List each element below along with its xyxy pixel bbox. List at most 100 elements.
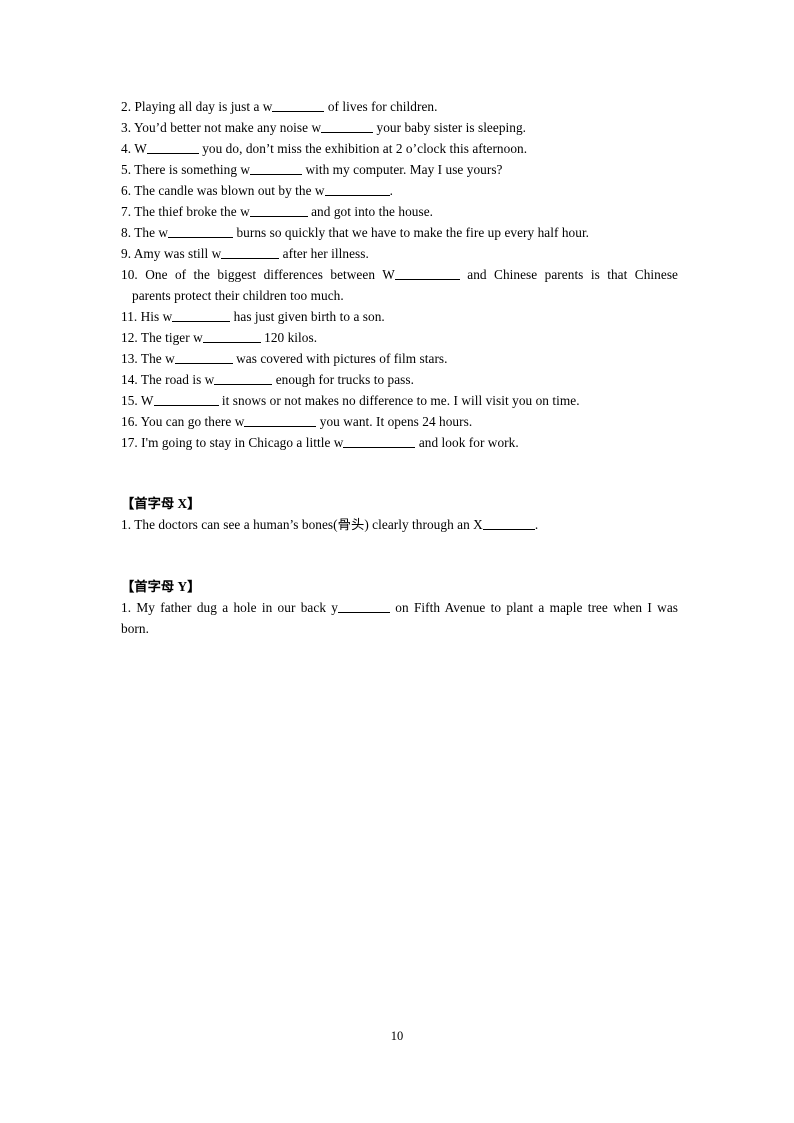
exercise-item-14: 14. The road is w enough for trucks to p… bbox=[121, 369, 678, 390]
item-text-before-blank: One of the biggest differences between W bbox=[145, 267, 395, 282]
item-number: 6. bbox=[121, 183, 132, 198]
fill-in-blank[interactable] bbox=[168, 226, 234, 238]
item-text-before-blank: You can go there w bbox=[140, 414, 245, 429]
document-body: 2. Playing all day is just a w of lives … bbox=[121, 96, 678, 639]
fill-in-blank[interactable] bbox=[249, 205, 308, 217]
item-text-before-blank: The w bbox=[134, 225, 169, 240]
item-text-before-blank: The road is w bbox=[140, 372, 215, 387]
item-number: 10. bbox=[121, 267, 138, 282]
exercise-section-w: 2. Playing all day is just a w of lives … bbox=[121, 96, 678, 453]
fill-in-blank[interactable] bbox=[202, 331, 261, 343]
fill-in-blank[interactable] bbox=[482, 518, 535, 530]
item-text-after-blank: it snows or not makes no difference to m… bbox=[218, 393, 580, 408]
item-text-after-blank: with my computer. May I use yours? bbox=[302, 162, 503, 177]
item-number: 3. bbox=[121, 120, 132, 135]
item-text-before-blank: There is something w bbox=[134, 162, 251, 177]
item-text-after-blank: and got into the house. bbox=[307, 204, 434, 219]
exercise-item-16: 16. You can go there w you want. It open… bbox=[121, 411, 678, 432]
item-text-before-blank: The doctors can see a human’s bones(骨头) … bbox=[134, 517, 483, 532]
item-continuation-line: parents protect their children too much. bbox=[132, 288, 344, 303]
exercise-item-15: 15. W it snows or not makes no differenc… bbox=[121, 390, 678, 411]
item-number: 12. bbox=[121, 330, 138, 345]
fill-in-blank[interactable] bbox=[221, 247, 280, 259]
exercise-section-y: 【首字母 Y】 1. My father dug a hole in our b… bbox=[121, 576, 678, 639]
item-text-before-blank: The w bbox=[140, 351, 175, 366]
item-text-before-blank: You’d better not make any noise w bbox=[133, 120, 322, 135]
item-text-after-blank: burns so quickly that we have to make th… bbox=[233, 225, 590, 240]
item-text-after-blank: enough for trucks to pass. bbox=[272, 372, 415, 387]
fill-in-blank[interactable] bbox=[338, 601, 390, 613]
item-number: 1. bbox=[121, 517, 132, 532]
item-number: 11. bbox=[121, 309, 138, 324]
fill-in-blank[interactable] bbox=[321, 121, 374, 133]
section-heading-x: 【首字母 X】 bbox=[121, 496, 201, 511]
item-text-after-blank: your baby sister is sleeping. bbox=[373, 120, 527, 135]
item-text-after-blank: and look for work. bbox=[415, 435, 519, 450]
item-text-before-blank: The candle was blown out by the w bbox=[134, 183, 325, 198]
item-text-before-blank: Playing all day is just a w bbox=[134, 99, 273, 114]
exercise-section-x: 【首字母 X】 1. The doctors can see a human’s… bbox=[121, 493, 678, 535]
exercise-item-3: 3. You’d better not make any noise w you… bbox=[121, 117, 678, 138]
fill-in-blank[interactable] bbox=[172, 310, 231, 322]
item-text-after-blank: . bbox=[389, 183, 393, 198]
fill-in-blank[interactable] bbox=[214, 373, 273, 385]
item-number: 9. bbox=[121, 246, 132, 261]
fill-in-blank[interactable] bbox=[250, 163, 303, 175]
item-text-after-blank: on Fifth Avenue to plant a maple tree wh… bbox=[390, 600, 678, 615]
item-text-after-blank: and Chinese parents is that Chinese bbox=[459, 267, 678, 282]
exercise-item-17: 17. I'm going to stay in Chicago a littl… bbox=[121, 432, 678, 453]
exercise-item-y-1: 1. My father dug a hole in our back y on… bbox=[121, 597, 678, 639]
item-text-before-blank: My father dug a hole in our back y bbox=[136, 600, 338, 615]
exercise-item-4: 4. W you do, don’t miss the exhibition a… bbox=[121, 138, 678, 159]
item-number: 14. bbox=[121, 372, 138, 387]
item-text-before-blank: W bbox=[140, 393, 154, 408]
item-text-after-blank: 120 kilos. bbox=[260, 330, 318, 345]
item-text-before-blank: His w bbox=[140, 309, 173, 324]
exercise-item-13: 13. The w was covered with pictures of f… bbox=[121, 348, 678, 369]
page-number: 10 bbox=[390, 1029, 404, 1043]
exercise-item-5: 5. There is something w with my computer… bbox=[121, 159, 678, 180]
item-number: 4. bbox=[121, 141, 132, 156]
item-text-before-blank: I'm going to stay in Chicago a little w bbox=[141, 435, 344, 450]
item-number: 17. bbox=[121, 435, 138, 450]
exercise-item-x-1: 1. The doctors can see a human’s bones(骨… bbox=[121, 514, 678, 535]
fill-in-blank[interactable] bbox=[174, 352, 233, 364]
fill-in-blank[interactable] bbox=[153, 394, 219, 406]
item-number: 7. bbox=[121, 204, 132, 219]
item-number: 1. bbox=[121, 600, 132, 615]
item-text-after-blank: of lives for children. bbox=[324, 99, 438, 114]
item-text-after-blank: . bbox=[534, 517, 539, 532]
item-text-before-blank: The tiger w bbox=[140, 330, 203, 345]
fill-in-blank[interactable] bbox=[146, 142, 199, 154]
exercise-item-9: 9. Amy was still w after her illness. bbox=[121, 243, 678, 264]
exercise-item-12: 12. The tiger w 120 kilos. bbox=[121, 327, 678, 348]
fill-in-blank[interactable] bbox=[394, 268, 460, 280]
item-number: 15. bbox=[121, 393, 138, 408]
exercise-item-7: 7. The thief broke the w and got into th… bbox=[121, 201, 678, 222]
item-text-after-blank: you do, don’t miss the exhibition at 2 o… bbox=[198, 141, 528, 156]
item-number: 5. bbox=[121, 162, 132, 177]
exercise-item-11: 11. His w has just given birth to a son. bbox=[121, 306, 678, 327]
exercise-item-10: 10. One of the biggest differences betwe… bbox=[121, 264, 678, 306]
fill-in-blank[interactable] bbox=[324, 184, 390, 196]
fill-in-blank[interactable] bbox=[343, 436, 416, 448]
exercise-item-2: 2. Playing all day is just a w of lives … bbox=[121, 96, 678, 117]
item-number: 2. bbox=[121, 99, 132, 114]
section-heading-y: 【首字母 Y】 bbox=[121, 579, 201, 594]
item-text-after-blank: was covered with pictures of film stars. bbox=[232, 351, 448, 366]
item-number: 8. bbox=[121, 225, 132, 240]
exercise-item-8: 8. The w burns so quickly that we have t… bbox=[121, 222, 678, 243]
item-continuation-line: born. bbox=[121, 621, 149, 636]
item-text-before-blank: The thief broke the w bbox=[134, 204, 250, 219]
document-page: 2. Playing all day is just a w of lives … bbox=[0, 0, 794, 1123]
fill-in-blank[interactable] bbox=[244, 415, 317, 427]
item-number: 16. bbox=[121, 414, 138, 429]
item-text-before-blank: Amy was still w bbox=[133, 246, 222, 261]
item-text-before-blank: W bbox=[134, 141, 147, 156]
item-text-after-blank: you want. It opens 24 hours. bbox=[316, 414, 473, 429]
item-text-after-blank: after her illness. bbox=[279, 246, 369, 261]
fill-in-blank[interactable] bbox=[272, 100, 325, 112]
item-text-after-blank: has just given birth to a son. bbox=[230, 309, 385, 324]
